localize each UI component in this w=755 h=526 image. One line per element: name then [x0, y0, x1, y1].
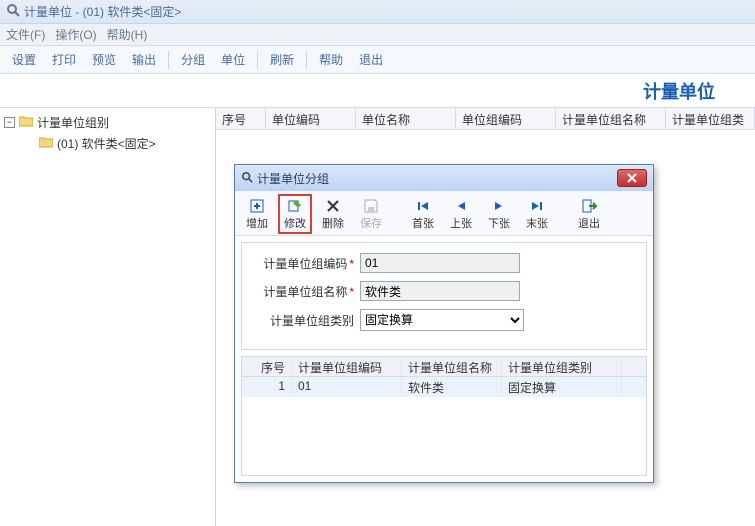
page-banner: 计量单位	[0, 74, 755, 108]
col-name[interactable]: 单位名称	[356, 108, 456, 129]
dlg-save-label: 保存	[360, 215, 382, 231]
dcol-seq[interactable]: 序号	[242, 357, 292, 376]
dcol-code[interactable]: 计量单位组编码	[292, 357, 402, 376]
dialog-close-button[interactable]	[617, 169, 647, 187]
tb-settings[interactable]: 设置	[6, 49, 42, 70]
dlg-prev-label: 上张	[450, 215, 472, 231]
prev-icon	[455, 197, 467, 215]
dlg-first-button[interactable]: 首张	[407, 195, 439, 233]
type-select[interactable]: 固定换算	[360, 309, 524, 331]
dialog-title: 计量单位分组	[257, 170, 329, 187]
delete-icon	[326, 197, 340, 215]
menu-help[interactable]: 帮助(H)	[107, 26, 148, 43]
dlg-first-label: 首张	[412, 215, 434, 231]
tb-exit[interactable]: 退出	[353, 49, 389, 70]
dlg-exit-button[interactable]: 退出	[573, 195, 605, 233]
folder-open-icon	[19, 115, 33, 130]
dialog-toolbar: 增加 修改 删除 保存 首张	[235, 191, 653, 236]
dcol-type[interactable]: 计量单位组类别	[502, 357, 622, 376]
tb-preview[interactable]: 预览	[86, 49, 122, 70]
dlg-edit-button[interactable]: 修改	[279, 195, 311, 233]
name-label: 计量单位组名称*	[254, 283, 354, 300]
group-dialog: 计量单位分组 增加 修改 删除	[234, 164, 654, 483]
col-seq[interactable]: 序号	[216, 108, 266, 129]
col-gcode[interactable]: 单位组编码	[456, 108, 556, 129]
menu-file[interactable]: 文件(F)	[6, 26, 45, 43]
dialog-grid-header: 序号 计量单位组编码 计量单位组名称 计量单位组类别	[242, 357, 646, 377]
dlg-delete-label: 删除	[322, 215, 344, 231]
col-gtype[interactable]: 计量单位组类	[666, 108, 755, 129]
menubar: 文件(F) 操作(O) 帮助(H)	[0, 24, 755, 46]
dialog-form: 计量单位组编码* 计量单位组名称* 计量单位组类别 固定换算	[241, 242, 647, 350]
content-area: 序号 单位编码 单位名称 单位组编码 计量单位组名称 计量单位组类 计量单位分组	[216, 108, 755, 526]
edit-icon	[287, 197, 303, 215]
tree-root[interactable]: − 计量单位组别	[4, 112, 211, 133]
window-title: 计量单位 - (01) 软件类<固定>	[24, 3, 181, 20]
tree-child-label: (01) 软件类<固定>	[57, 135, 156, 152]
name-input[interactable]	[360, 281, 520, 301]
add-icon	[249, 197, 265, 215]
separator	[257, 51, 258, 69]
tree-toggle-icon[interactable]: −	[4, 117, 15, 128]
dialog-grid-row[interactable]: 1 01 软件类 固定换算	[242, 377, 646, 397]
dialog-grid: 序号 计量单位组编码 计量单位组名称 计量单位组类别 1 01 软件类 固定换算	[241, 356, 647, 476]
next-icon	[493, 197, 505, 215]
dlg-delete-button[interactable]: 删除	[317, 195, 349, 233]
dcol-name[interactable]: 计量单位组名称	[402, 357, 502, 376]
separator	[306, 51, 307, 69]
code-label: 计量单位组编码*	[254, 255, 354, 272]
col-code[interactable]: 单位编码	[266, 108, 356, 129]
tb-output[interactable]: 输出	[126, 49, 162, 70]
cell-type: 固定换算	[502, 377, 622, 397]
sidebar-tree: − 计量单位组别 (01) 软件类<固定>	[0, 108, 216, 526]
dialog-titlebar[interactable]: 计量单位分组	[235, 165, 653, 191]
tree-root-label: 计量单位组别	[37, 114, 109, 131]
dlg-next-button[interactable]: 下张	[483, 195, 515, 233]
dlg-prev-button[interactable]: 上张	[445, 195, 477, 233]
cell-code: 01	[292, 377, 402, 397]
type-label: 计量单位组类别	[254, 312, 354, 329]
dlg-edit-label: 修改	[284, 215, 306, 231]
app-icon	[6, 3, 20, 20]
tb-group[interactable]: 分组	[175, 49, 211, 70]
search-icon	[241, 171, 253, 186]
menu-action[interactable]: 操作(O)	[55, 26, 96, 43]
tb-unit[interactable]: 单位	[215, 49, 251, 70]
dlg-next-label: 下张	[488, 215, 510, 231]
separator	[168, 51, 169, 69]
main-grid-header: 序号 单位编码 单位名称 单位组编码 计量单位组名称 计量单位组类	[216, 108, 755, 130]
save-icon	[363, 197, 379, 215]
window-titlebar: 计量单位 - (01) 软件类<固定>	[0, 0, 755, 24]
dlg-save-button: 保存	[355, 195, 387, 233]
first-icon	[416, 197, 430, 215]
folder-icon	[39, 136, 53, 151]
cell-name: 软件类	[402, 377, 502, 397]
tb-refresh[interactable]: 刷新	[264, 49, 300, 70]
main-toolbar: 设置 打印 预览 输出 分组 单位 刷新 帮助 退出	[0, 46, 755, 74]
dlg-add-label: 增加	[246, 215, 268, 231]
dlg-exit-label: 退出	[578, 215, 600, 231]
dlg-last-label: 末张	[526, 215, 548, 231]
page-title: 计量单位	[643, 78, 715, 104]
exit-icon	[581, 197, 597, 215]
dlg-add-button[interactable]: 增加	[241, 195, 273, 233]
code-input[interactable]	[360, 253, 520, 273]
col-gname[interactable]: 计量单位组名称	[556, 108, 666, 129]
dlg-last-button[interactable]: 末张	[521, 195, 553, 233]
tb-help[interactable]: 帮助	[313, 49, 349, 70]
tb-print[interactable]: 打印	[46, 49, 82, 70]
cell-seq: 1	[242, 377, 292, 397]
last-icon	[530, 197, 544, 215]
close-icon	[627, 173, 637, 183]
tree-child[interactable]: (01) 软件类<固定>	[24, 133, 211, 154]
